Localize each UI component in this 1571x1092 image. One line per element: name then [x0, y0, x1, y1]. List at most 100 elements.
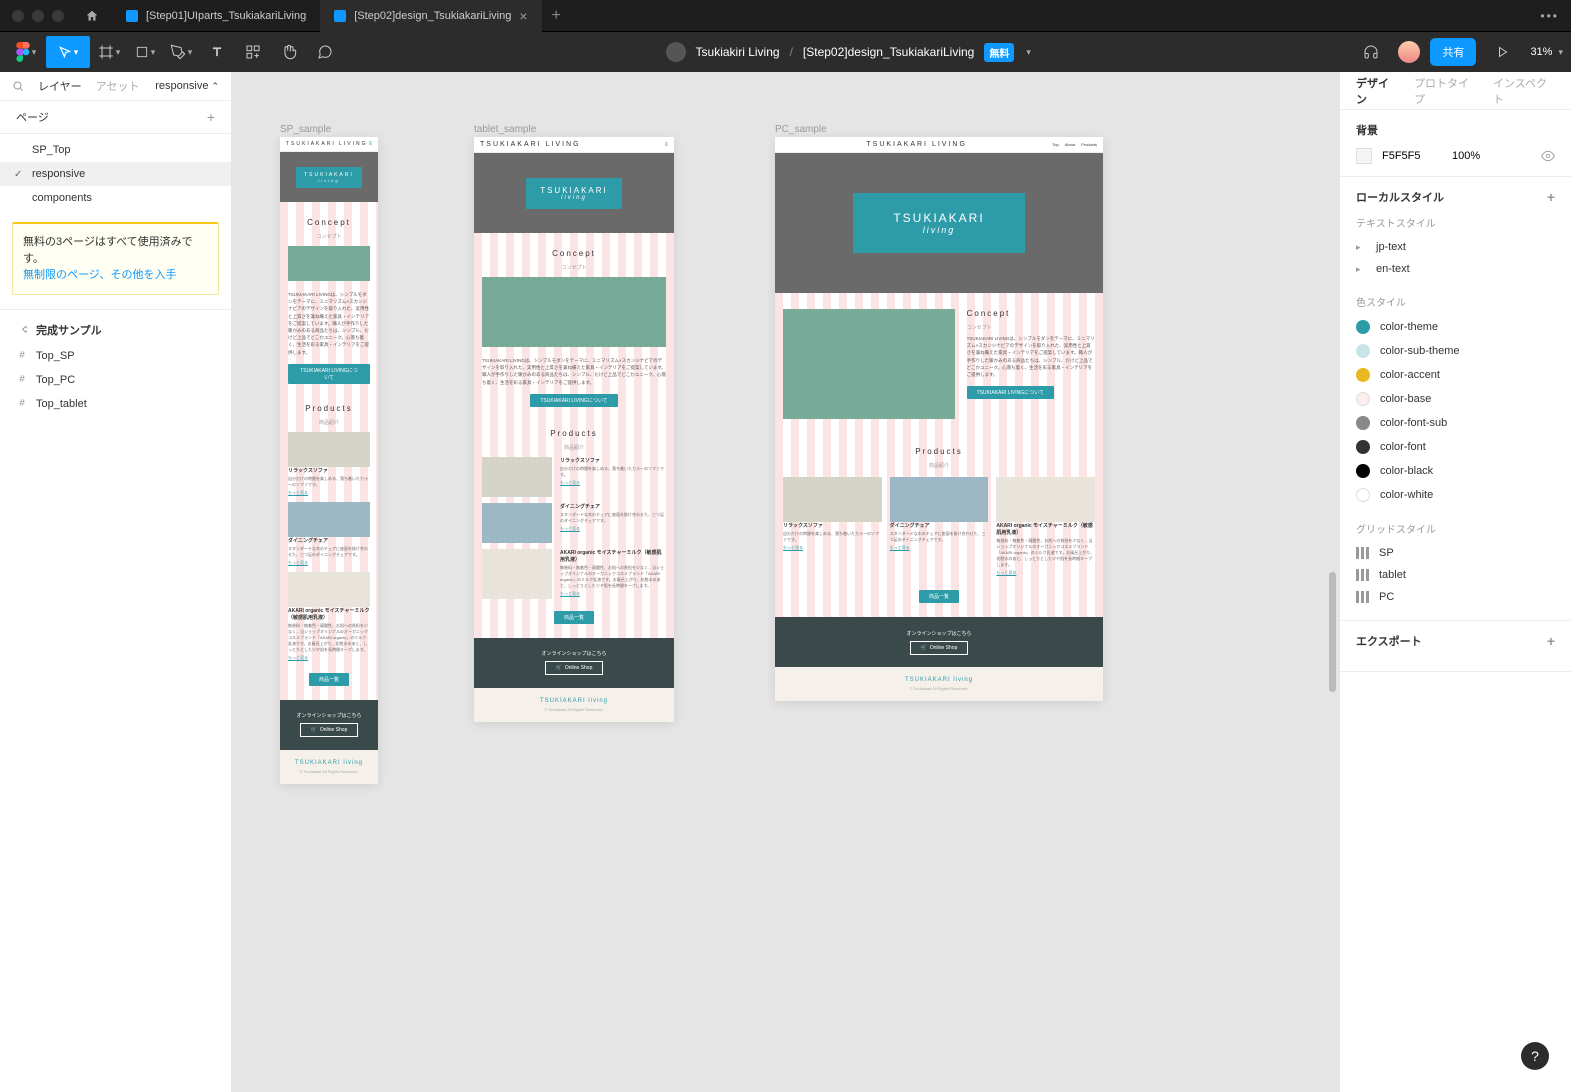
- page-item[interactable]: components: [0, 186, 231, 210]
- page-item[interactable]: SP_Top: [0, 138, 231, 162]
- color-style-item[interactable]: color-font: [1356, 435, 1555, 459]
- notice-text: 無料の3ページはすべて使用済みです。: [23, 234, 208, 267]
- share-button[interactable]: 共有: [1430, 38, 1476, 66]
- frame-icon: #: [16, 350, 28, 362]
- frame-label[interactable]: tablet_sample: [474, 124, 536, 135]
- design-tab[interactable]: デザイン: [1356, 75, 1398, 107]
- layer-item[interactable]: #Top_PC: [0, 368, 231, 392]
- user-avatar[interactable]: [1398, 41, 1420, 63]
- assets-tab[interactable]: アセット: [96, 78, 140, 94]
- grid-style-item[interactable]: tablet: [1356, 564, 1555, 586]
- background-section: 背景: [1340, 110, 1571, 177]
- text-style-item[interactable]: ▸en-text: [1356, 258, 1555, 280]
- menu-icon[interactable]: •••: [1540, 9, 1559, 23]
- subsection-header: グリッドスタイル: [1356, 521, 1555, 536]
- color-style-item[interactable]: color-accent: [1356, 363, 1555, 387]
- new-tab-button[interactable]: +: [542, 0, 571, 32]
- inspect-tab[interactable]: インスペクト: [1493, 75, 1555, 107]
- chevron-right-icon: ▸: [1356, 242, 1366, 253]
- frame-sp[interactable]: TSUKIAKARI LIVING≡ TSUKIAKARIliving Conc…: [280, 137, 378, 784]
- layer-item[interactable]: 完成サンプル: [0, 316, 231, 344]
- grid-icon: [1356, 569, 1369, 581]
- add-style-button[interactable]: +: [1547, 189, 1555, 205]
- chevron-down-icon[interactable]: ▾: [1026, 47, 1031, 58]
- move-tool-button[interactable]: ▾: [46, 36, 90, 68]
- opacity-input[interactable]: [1452, 150, 1492, 162]
- add-page-button[interactable]: +: [207, 109, 215, 125]
- color-swatch-icon: [1356, 368, 1370, 382]
- team-avatar[interactable]: [666, 42, 686, 62]
- color-style-item[interactable]: color-font-sub: [1356, 411, 1555, 435]
- right-panel-tabs: デザイン プロトタイプ インスペクト: [1340, 72, 1571, 110]
- export-section: エクスポート+: [1340, 621, 1571, 672]
- figma-menu-button[interactable]: ▾: [8, 36, 44, 68]
- layer-item[interactable]: #Top_tablet: [0, 392, 231, 416]
- frame-tool-button[interactable]: ▾: [92, 36, 126, 68]
- page-selector[interactable]: responsive ⌃: [155, 80, 219, 92]
- eye-icon[interactable]: [1541, 149, 1555, 163]
- file-tab-active[interactable]: [Step02]design_TsukiakariLiving ×: [320, 0, 541, 32]
- zoom-control[interactable]: 31%▾: [1530, 46, 1563, 58]
- right-panel: デザイン プロトタイプ インスペクト 背景 ローカルスタイル+ テキストスタイル…: [1339, 72, 1571, 1092]
- color-style-item[interactable]: color-black: [1356, 459, 1555, 483]
- hex-input[interactable]: [1382, 150, 1442, 162]
- grid-style-item[interactable]: SP: [1356, 542, 1555, 564]
- close-icon[interactable]: ×: [519, 8, 527, 24]
- plan-badge: 無料: [984, 43, 1014, 62]
- frame-pc[interactable]: TSUKIAKARI LIVINGTopAboutProducts TSUKIA…: [775, 137, 1103, 701]
- shape-tool-button[interactable]: ▾: [128, 36, 162, 68]
- layers-list: 完成サンプル #Top_SP #Top_PC #Top_tablet: [0, 309, 231, 422]
- check-icon: ✓: [14, 169, 22, 180]
- color-swatch-icon: [1356, 488, 1370, 502]
- grid-icon: [1356, 591, 1369, 603]
- color-swatch-icon: [1356, 344, 1370, 358]
- file-tabs: [Step01]UIparts_TsukiakariLiving [Step02…: [112, 0, 571, 32]
- present-button[interactable]: [1486, 36, 1520, 68]
- file-name[interactable]: [Step02]design_TsukiakariLiving: [803, 45, 974, 59]
- color-style-item[interactable]: color-white: [1356, 483, 1555, 507]
- left-panel: レイヤー アセット responsive ⌃ ページ + SP_Top ✓res…: [0, 72, 232, 1092]
- search-icon[interactable]: [12, 80, 24, 92]
- layer-item[interactable]: #Top_SP: [0, 344, 231, 368]
- project-name[interactable]: Tsukiakiri Living: [696, 45, 780, 59]
- frame-icon: #: [16, 398, 28, 410]
- pages-header: ページ +: [0, 101, 231, 134]
- frame-tablet[interactable]: TSUKIAKARI LIVING≡ TSUKIAKARIliving Conc…: [474, 137, 674, 722]
- traffic-lights[interactable]: [12, 10, 64, 22]
- tab-label: [Step01]UIparts_TsukiakariLiving: [146, 10, 306, 22]
- frame-label[interactable]: PC_sample: [775, 124, 827, 135]
- prototype-tab[interactable]: プロトタイプ: [1414, 75, 1477, 107]
- grid-style-item[interactable]: PC: [1356, 586, 1555, 608]
- text-tool-button[interactable]: [200, 36, 234, 68]
- component-icon: [16, 324, 28, 336]
- toolbar-right: 共有 31%▾: [1354, 36, 1563, 68]
- color-swatch-icon: [1356, 416, 1370, 430]
- comment-tool-button[interactable]: [308, 36, 342, 68]
- frame-icon: #: [16, 374, 28, 386]
- section-header: 背景: [1356, 122, 1555, 138]
- color-swatch[interactable]: [1356, 148, 1372, 164]
- hand-tool-button[interactable]: [272, 36, 306, 68]
- help-button[interactable]: ?: [1521, 1042, 1549, 1070]
- window-titlebar: [Step01]UIparts_TsukiakariLiving [Step02…: [0, 0, 1571, 32]
- file-tab[interactable]: [Step01]UIparts_TsukiakariLiving: [112, 0, 320, 32]
- headphones-icon[interactable]: [1354, 36, 1388, 68]
- layers-tab[interactable]: レイヤー: [38, 78, 82, 94]
- home-button[interactable]: [80, 4, 104, 28]
- canvas-scrollbar[interactable]: [1329, 572, 1336, 692]
- text-style-item[interactable]: ▸jp-text: [1356, 236, 1555, 258]
- frame-label[interactable]: SP_sample: [280, 124, 331, 135]
- tab-label: [Step02]design_TsukiakariLiving: [354, 10, 511, 22]
- color-style-item[interactable]: color-base: [1356, 387, 1555, 411]
- file-breadcrumb: Tsukiakiri Living / [Step02]design_Tsuki…: [342, 42, 1354, 62]
- pen-tool-button[interactable]: ▾: [164, 36, 198, 68]
- add-export-button[interactable]: +: [1547, 633, 1555, 649]
- canvas[interactable]: SP_sample tablet_sample PC_sample TSUKIA…: [232, 72, 1339, 1092]
- grid-icon: [1356, 547, 1369, 559]
- page-item-selected[interactable]: ✓responsive: [0, 162, 231, 186]
- resources-button[interactable]: [236, 36, 270, 68]
- color-style-item[interactable]: color-sub-theme: [1356, 339, 1555, 363]
- color-style-item[interactable]: color-theme: [1356, 315, 1555, 339]
- color-swatch-icon: [1356, 320, 1370, 334]
- upgrade-link[interactable]: 無制限のページ、その他を入手: [23, 269, 176, 281]
